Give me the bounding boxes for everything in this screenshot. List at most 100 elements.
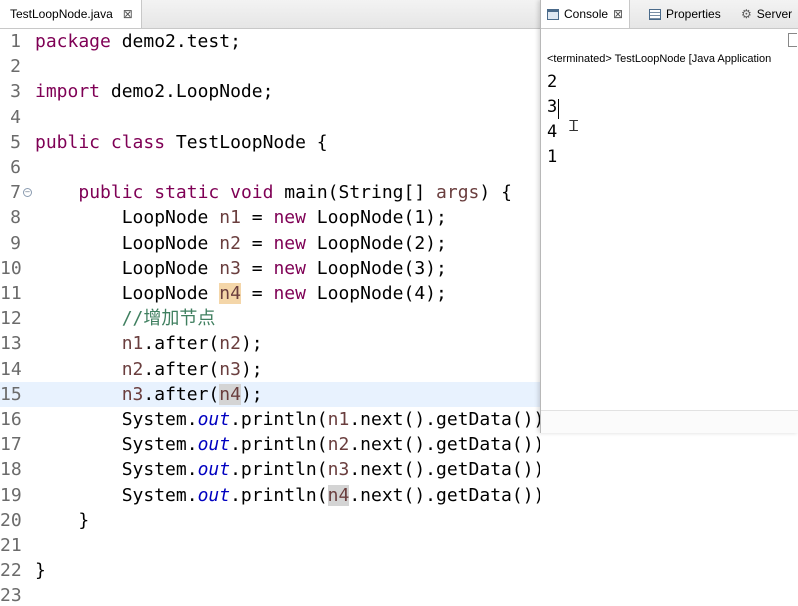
line-number: 21 [0,535,22,556]
code-token: .after( [143,383,220,405]
code-text: System.out.println(n2.next().getData()); [35,432,540,457]
code-token: public [78,182,144,204]
ibeam-cursor-icon: Ꮖ [569,117,579,135]
code-token: n4 [219,383,241,405]
servers-icon: ⚙ [741,6,752,21]
line-number: 9 [10,232,21,254]
line-number: 20 [0,509,22,531]
code-line[interactable]: 11 LoopNode n4 = new LoopNode(4); [0,281,540,306]
view-tab-bar: Console ⊠ Properties ⚙ Server [541,0,798,29]
line-number: 3 [10,81,21,103]
line-number: 18 [0,459,22,481]
code-token: .after( [143,358,220,380]
code-text: //增加节点 [35,306,216,331]
code-token: n2 [219,232,241,254]
code-line[interactable]: 22} [0,558,540,583]
line-number: 14 [0,358,22,380]
code-line[interactable]: 9 LoopNode n2 = new LoopNode(2); [0,231,540,256]
code-line[interactable]: 1 package demo2.test; [0,29,540,54]
code-token: n1 [219,207,241,229]
code-line[interactable]: 12 //增加节点 [0,306,540,331]
code-token: new [273,283,306,304]
code-token: n4 [219,283,241,304]
code-line[interactable]: 7− public static void main(String[] args… [0,180,540,205]
close-icon[interactable]: ⊠ [123,7,133,21]
code-token: n1 [121,333,144,355]
code-line[interactable]: 21 [0,533,540,558]
code-line[interactable]: 6 [0,155,540,180]
code-line[interactable]: 19 System.out.println(n4.next().getData(… [0,483,540,508]
code-token: new [273,207,306,229]
code-text: } [35,558,46,583]
code-token: = [240,257,274,279]
code-line[interactable]: 8 LoopNode n1 = new LoopNode(1); [0,205,540,230]
code-token: .next().getData()); [349,434,540,456]
editor-tab-label: TestLoopNode.java [10,7,113,21]
code-token: LoopNode(2); [305,232,447,254]
line-number: 7 [10,182,21,204]
code-token: .next().getData()); [349,409,540,430]
console-output-line: 1 [547,147,558,167]
code-text: System.out.println(n4.next().getData()); [35,483,540,508]
code-line[interactable]: 3 import demo2.LoopNode; [0,79,540,104]
code-text: } [35,508,89,533]
code-line[interactable]: 10 LoopNode n3 = new LoopNode(3); [0,256,540,281]
console-bottom-bar [541,410,798,433]
more-icon[interactable] [788,33,797,47]
code-text: LoopNode n2 = new LoopNode(2); [35,231,447,256]
text-caret [558,99,559,119]
code-token: n3 [121,383,144,405]
code-line[interactable]: 13 n1.after(n2); [0,331,540,356]
code-token: demo2.LoopNode; [100,81,274,103]
code-token: n2 [219,333,241,355]
code-editor[interactable]: 1 package demo2.test; 2 3 import demo2.LoopN… [0,28,540,606]
line-number: 17 [0,434,22,456]
code-line[interactable]: 20 } [0,508,540,533]
code-line[interactable]: 16 System.out.println(n1.next().getData(… [0,407,540,432]
line-number: 4 [10,106,21,128]
code-line[interactable]: 14 n2.after(n3); [0,357,540,382]
code-token: public [35,131,101,153]
close-icon[interactable]: ⊠ [613,7,623,21]
code-token: n2 [121,358,144,380]
code-text: LoopNode n4 = new LoopNode(4); [35,281,447,306]
code-token: .println( [230,459,328,481]
code-token: out [197,434,231,456]
tab-console[interactable]: Console ⊠ [541,0,631,28]
code-text: n3.after(n4); [35,382,263,407]
code-line[interactable]: 2 [0,54,540,79]
code-token: .next().getData()); [349,484,540,506]
code-line[interactable]: 17 System.out.println(n2.next().getData(… [0,432,540,457]
line-number: 12 [0,308,22,330]
code-line-current[interactable]: 15 n3.after(n4); [0,381,540,407]
code-token: //增加节点 [121,308,216,330]
code-token: LoopNode [35,257,220,279]
code-token: ); [240,358,263,380]
code-token: } [35,560,46,582]
code-text: package demo2.test; [35,29,241,54]
code-token: void [230,182,274,204]
code-text: n2.after(n3); [35,357,263,382]
code-token: .println( [230,409,328,430]
code-text: public static void main(String[] args) { [35,180,512,205]
editor-tab-testloopnode[interactable]: TestLoopNode.java ⊠ [0,0,142,28]
code-token: System. [35,459,198,481]
tab-servers[interactable]: ⚙ Server [741,0,792,28]
console-output-line: 2 [547,72,558,92]
line-number: 11 [0,283,22,304]
code-text: LoopNode n1 = new LoopNode(1); [35,205,447,230]
code-line[interactable]: 4 [0,105,540,130]
collapse-icon[interactable]: − [23,188,32,198]
code-token: LoopNode [35,283,220,304]
code-line[interactable]: 23 [0,583,540,606]
tab-properties[interactable]: Properties [649,0,721,28]
console-status: <terminated> TestLoopNode [Java Applicat… [547,53,772,65]
code-line[interactable]: 5 public class TestLoopNode { [0,130,540,155]
code-line[interactable]: 18 System.out.println(n3.next().getData(… [0,457,540,482]
line-number: 6 [10,157,21,178]
